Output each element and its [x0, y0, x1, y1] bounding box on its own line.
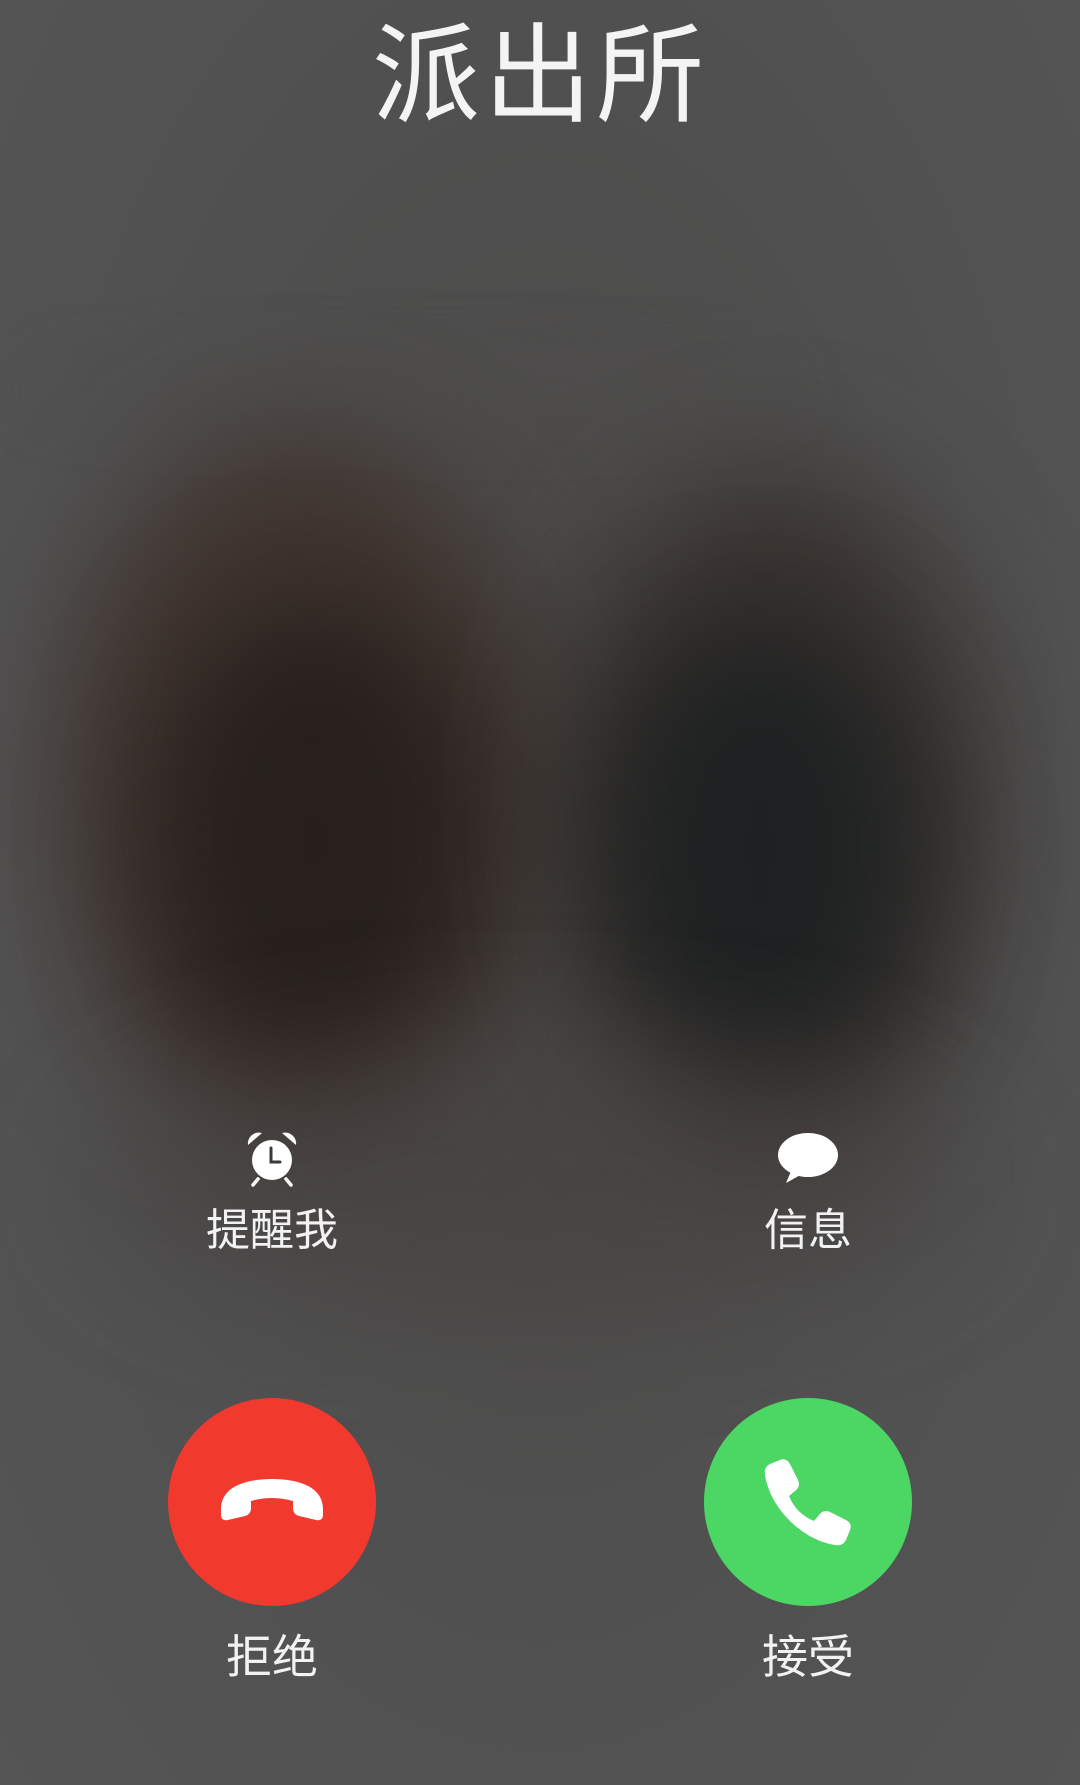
accept-circle[interactable]: [704, 1398, 912, 1606]
decline-label: 拒绝: [226, 1630, 318, 1684]
alarm-clock-icon: [247, 1132, 297, 1187]
remind-me-label: 提醒我: [206, 1205, 338, 1256]
accept-button[interactable]: 接受: [678, 1398, 938, 1686]
phone-hangup-icon: [221, 1479, 323, 1521]
incoming-call-screen: 派出所 提醒我 信息 拒绝 接受: [0, 0, 1080, 1785]
accept-label: 接受: [762, 1630, 854, 1684]
caller-name: 派出所: [371, 14, 708, 139]
message-label: 信息: [764, 1205, 852, 1256]
message-bubble-icon: [778, 1133, 838, 1183]
decline-circle[interactable]: [168, 1398, 376, 1606]
background-blur: [30, 360, 790, 420]
decline-button[interactable]: 拒绝: [142, 1398, 402, 1686]
remind-me-button[interactable]: 提醒我: [142, 1125, 402, 1259]
message-button[interactable]: 信息: [678, 1125, 938, 1259]
background-blur: [600, 620, 920, 1080]
phone-icon: [764, 1459, 851, 1546]
background-blur: [150, 600, 480, 1080]
